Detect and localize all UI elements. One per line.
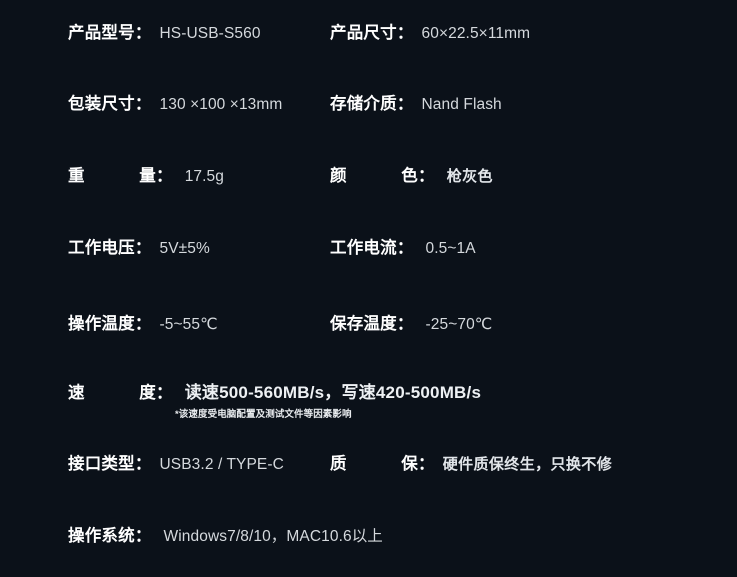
spec-label-speed: 速 度： — [68, 384, 173, 402]
spec-item-color: 颜 色： 枪灰色 — [0, 168, 493, 185]
spec-row-voltage-current: 工作电压： 5V±5% 工作电流： 0.5~1A — [0, 240, 737, 257]
spec-value-storage-temp: -25~70℃ — [425, 316, 493, 333]
spec-item-os: 操作系统： Windows7/8/10，MAC10.6以上 — [0, 527, 383, 545]
product-spec-sheet: 产品型号： HS-USB-S560 产品尺寸： 60×22.5×11mm 包装尺… — [0, 0, 737, 577]
spec-row-weight-color: 重 量： 17.5g 颜 色： 枪灰色 — [0, 168, 737, 185]
spec-row-os: 操作系统： Windows7/8/10，MAC10.6以上 — [0, 528, 737, 545]
spec-value-storage-medium: Nand Flash — [421, 96, 502, 113]
spec-item-warranty: 质 保： 硬件质保终生，只换不修 — [0, 456, 612, 473]
spec-row-package-medium: 包装尺寸： 130 ×100 ×13mm 存储介质： Nand Flash — [0, 96, 737, 113]
spec-row-interface-warranty: 接口类型： USB3.2 / TYPE-C 质 保： 硬件质保终生，只换不修 — [0, 456, 737, 473]
spec-row-temperatures: 操作温度： -5~55℃ 保存温度： -25~70℃ — [0, 316, 737, 333]
spec-value-warranty: 硬件质保终生，只换不修 — [442, 456, 613, 473]
spec-item-storage-temp: 保存温度： -25~70℃ — [0, 316, 492, 333]
spec-label-dimensions: 产品尺寸： — [330, 24, 414, 42]
spec-note-speed: *该速度受电脑配置及测试文件等因素影响 — [175, 409, 352, 420]
spec-label-storage-medium: 存储介质： — [330, 95, 414, 113]
spec-row-speed: 速 度： 读速500-560MB/s，写速420-500MB/s — [0, 384, 737, 402]
spec-value-os: Windows7/8/10，MAC10.6以上 — [163, 528, 383, 545]
spec-value-current: 0.5~1A — [425, 240, 476, 257]
spec-value-dimensions: 60×22.5×11mm — [421, 25, 531, 42]
spec-label-current: 工作电流： — [330, 239, 414, 257]
spec-item-storage-medium: 存储介质： Nand Flash — [0, 96, 502, 113]
spec-row-model-dimensions: 产品型号： HS-USB-S560 产品尺寸： 60×22.5×11mm — [0, 25, 737, 42]
spec-label-storage-temp: 保存温度： — [330, 315, 414, 333]
spec-label-color: 颜 色： — [330, 167, 435, 185]
spec-label-os: 操作系统： — [68, 527, 152, 545]
spec-value-color: 枪灰色 — [446, 168, 493, 185]
spec-item-dimensions: 产品尺寸： 60×22.5×11mm — [0, 25, 530, 42]
spec-value-speed: 读速500-560MB/s，写速420-500MB/s — [184, 383, 482, 402]
spec-item-current: 工作电流： 0.5~1A — [0, 240, 476, 257]
spec-label-warranty: 质 保： — [330, 455, 435, 473]
spec-item-speed: 速 度： 读速500-560MB/s，写速420-500MB/s — [0, 384, 481, 402]
